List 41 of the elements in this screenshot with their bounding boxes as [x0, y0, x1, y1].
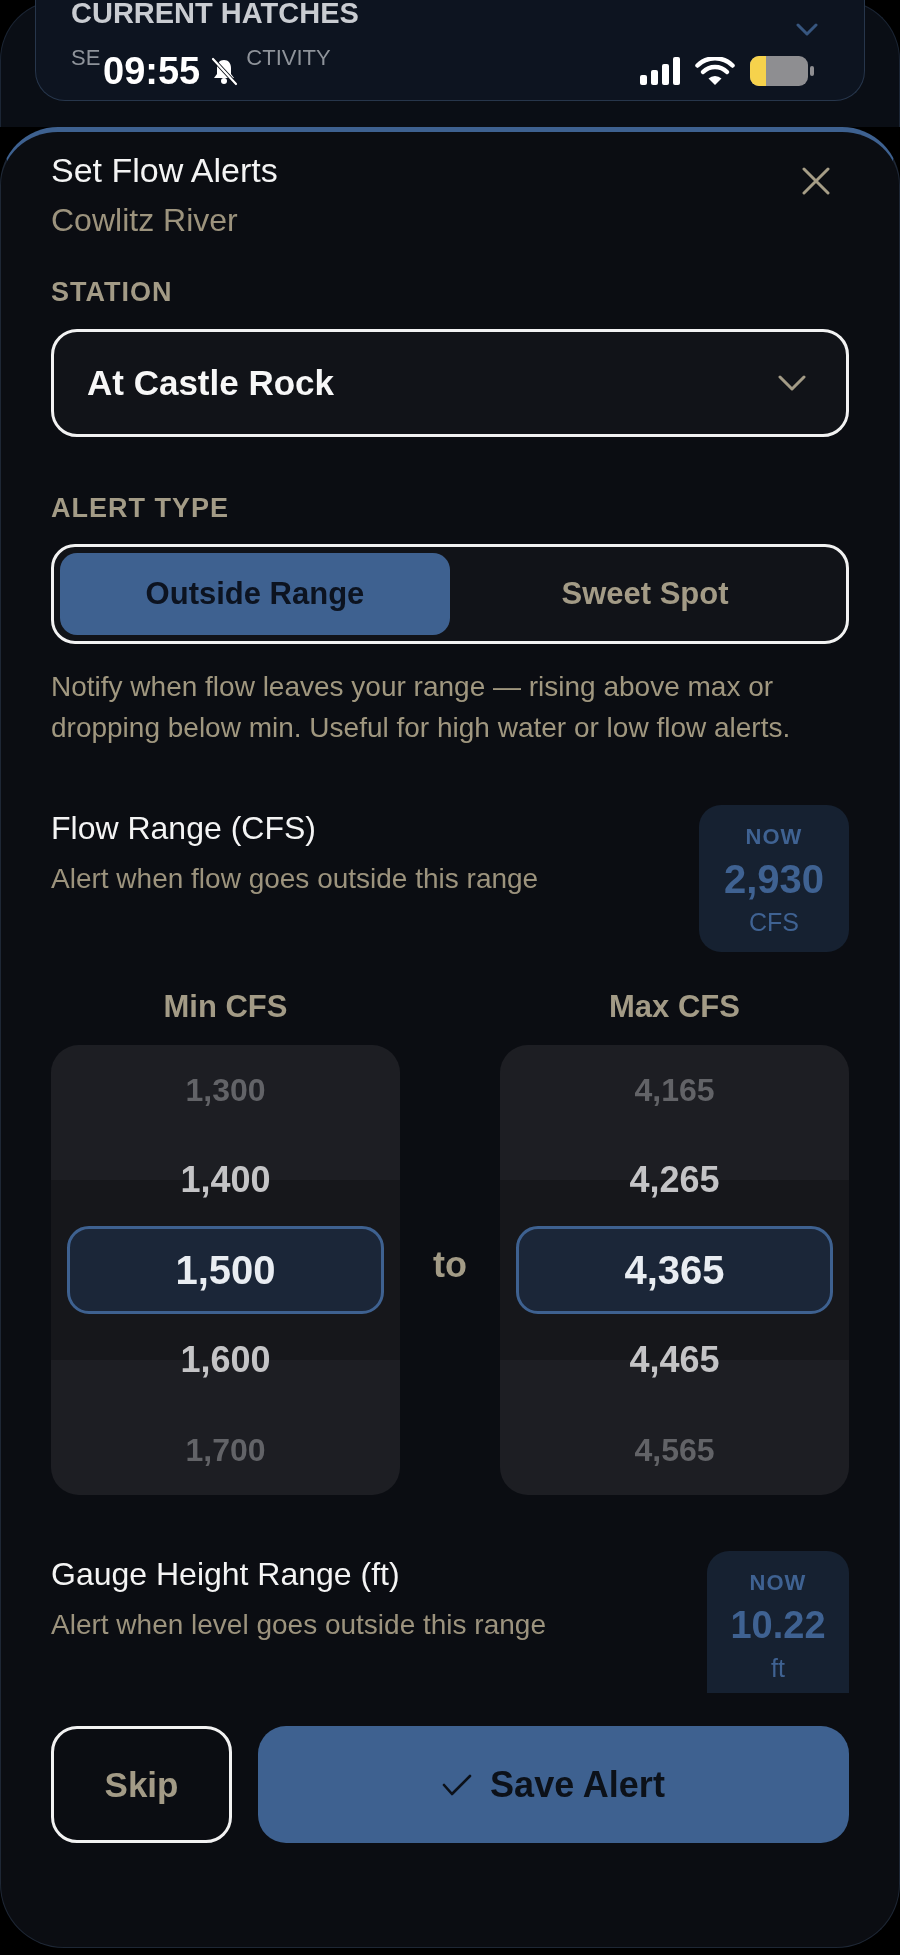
station-select[interactable]: At Castle Rock — [51, 329, 849, 437]
picker-option[interactable]: 1,500 — [67, 1226, 384, 1314]
number-picker[interactable]: 1,300 1,400 1,500 1,600 1,700 — [51, 1045, 400, 1495]
chevron-down-icon — [796, 23, 818, 36]
close-icon[interactable] — [802, 167, 830, 195]
flow-range-hint: Alert when flow goes outside this range — [51, 864, 539, 894]
current-gauge-value: 10.22 — [730, 1603, 826, 1647]
picker-label: Max CFS — [609, 990, 740, 1024]
battery-icon — [750, 56, 814, 86]
wifi-icon — [695, 56, 735, 86]
check-icon — [442, 1772, 473, 1797]
unit-label: CFS — [749, 909, 799, 935]
unit-label: ft — [771, 1655, 785, 1681]
card-subtitle: CTIVITY — [246, 46, 331, 70]
status-time: 09:55 — [103, 51, 201, 91]
picker-option[interactable]: 4,465 — [500, 1315, 849, 1405]
station-label: STATION — [51, 277, 173, 307]
picker-option[interactable]: 4,365 — [516, 1226, 833, 1314]
chevron-down-icon — [778, 375, 806, 391]
gauge-range-title: Gauge Height Range (ft) — [51, 1557, 401, 1591]
skip-button[interactable]: Skip — [51, 1726, 232, 1843]
gauge-range-hint: Alert when level goes outside this range — [51, 1610, 546, 1640]
alert-type-description: Notify when flow leaves your range — rising above max or dropping below min. Useful for high water or low flow alerts. — [51, 670, 792, 745]
now-label: NOW — [745, 825, 803, 849]
picker-option[interactable]: 1,600 — [51, 1315, 400, 1405]
sheet-title: Set Flow Alerts — [51, 152, 278, 188]
alert-type-tab[interactable]: Sweet Spot — [450, 553, 840, 635]
picker-option[interactable]: 4,265 — [500, 1135, 849, 1225]
number-picker[interactable]: 4,165 4,265 4,365 4,465 4,565 — [500, 1045, 849, 1495]
bell-slash-icon — [209, 56, 240, 86]
now-label: NOW — [749, 1571, 807, 1595]
card-subtitle: SE — [71, 46, 101, 70]
picker-label: Min CFS — [163, 990, 288, 1024]
flow-range-title: Flow Range (CFS) — [51, 811, 317, 845]
river-name: Cowlitz River — [51, 202, 239, 238]
card-title: CURRENT HATCHES — [71, 0, 359, 27]
picker-option[interactable]: 1,400 — [51, 1135, 400, 1225]
signal-icon — [640, 57, 680, 85]
to-label: to — [432, 1247, 468, 1283]
current-flow-value: 2,930 — [723, 857, 825, 901]
alert-type-label: ALERT TYPE — [51, 493, 229, 523]
